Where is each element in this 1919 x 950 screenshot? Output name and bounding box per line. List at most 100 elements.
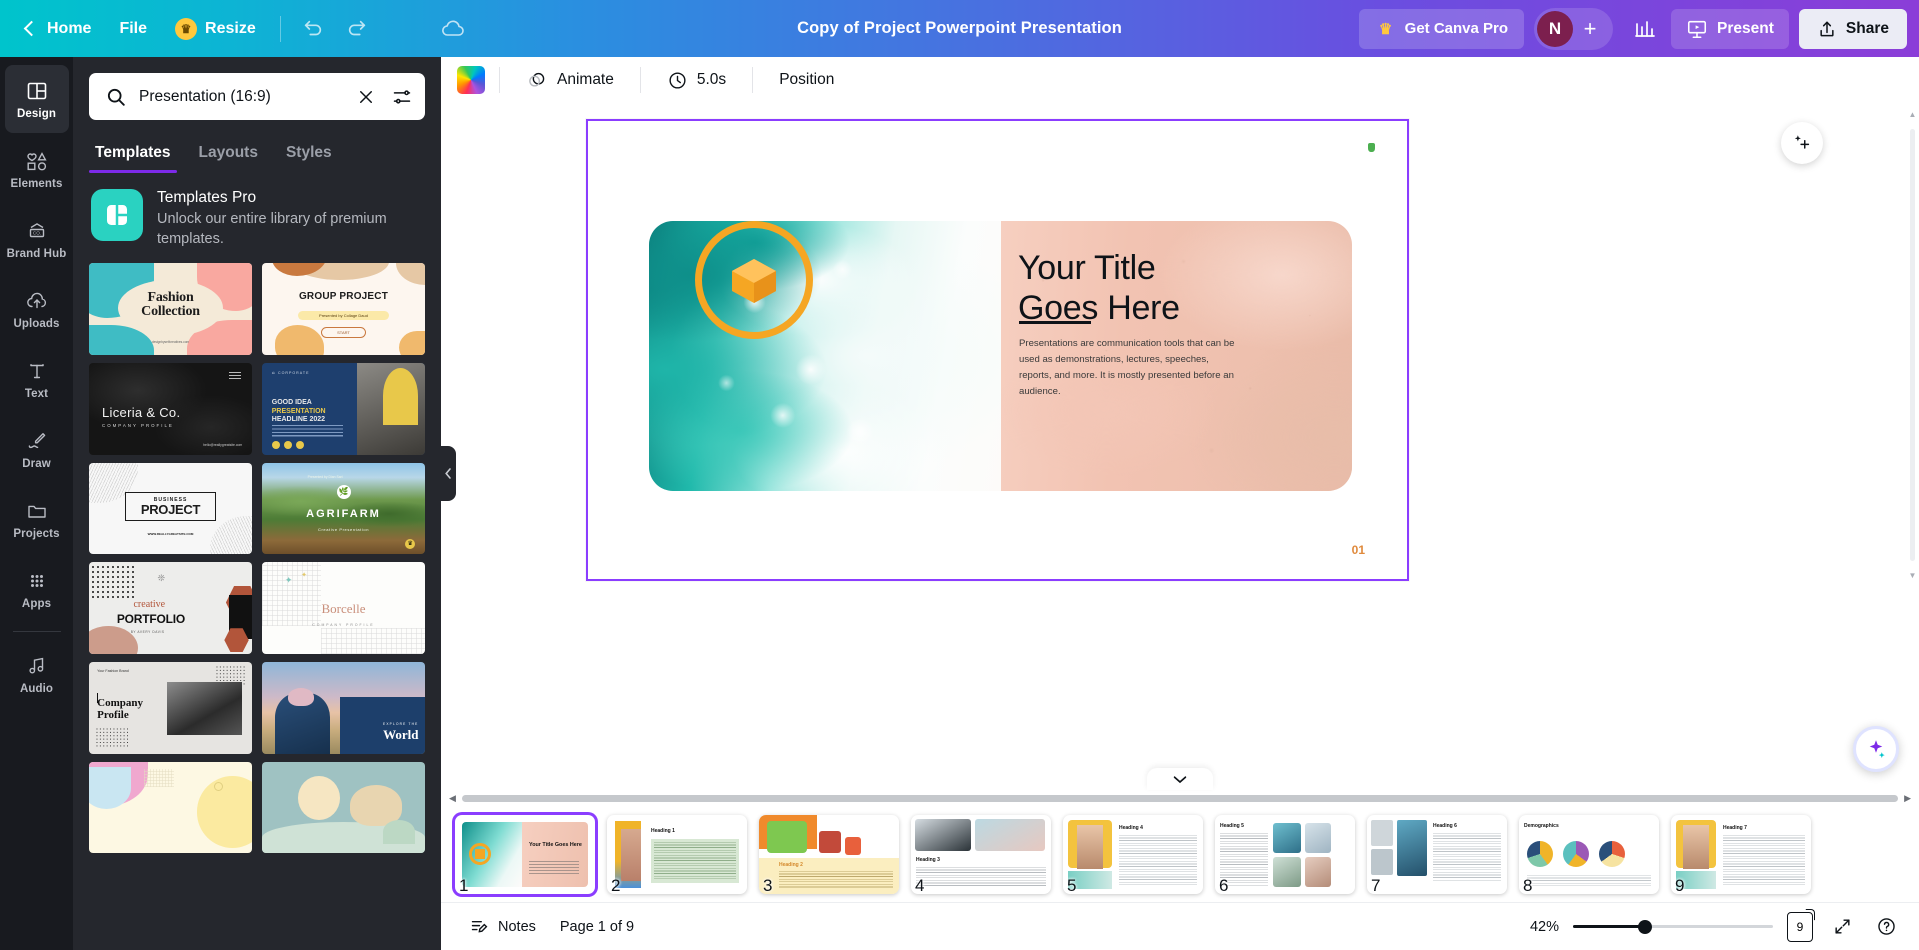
tab-templates[interactable]: Templates <box>81 134 185 173</box>
thumb-number: 5 <box>1067 876 1076 894</box>
scroll-left-icon[interactable]: ◀ <box>449 793 456 804</box>
template-card[interactable]: ✦ ✦ Borcelle COMPANY PROFILE <box>262 562 425 654</box>
position-label: Position <box>779 71 834 89</box>
rail-item-design[interactable]: Design <box>5 65 69 133</box>
template-thumbnail: Your Fashion Brand Company Profile <box>89 662 252 754</box>
avatar[interactable]: N <box>1537 11 1573 47</box>
animate-button[interactable]: Animate <box>514 63 626 98</box>
page-thumbnail[interactable]: Heading 3 4 <box>911 815 1051 894</box>
template-card[interactable]: Fashion Collection designbyselfcreatives… <box>89 263 252 355</box>
rail-item-elements[interactable]: Elements <box>5 135 69 203</box>
rail-item-audio[interactable]: Audio <box>5 640 69 708</box>
page-thumbnail[interactable]: Demographics 8 <box>1519 815 1659 894</box>
canvas-vertical-scrollbar[interactable]: ▲ ▼ <box>1908 110 1917 580</box>
add-collaborator-button[interactable]: + <box>1573 12 1607 46</box>
tab-styles[interactable]: Styles <box>272 134 346 173</box>
present-button[interactable]: Present <box>1671 9 1789 49</box>
slide-canvas[interactable]: Your Title Goes Here Presentations are c… <box>586 119 1409 581</box>
document-title-text[interactable]: Copy of Project Powerpoint Presentation <box>787 13 1132 44</box>
thumb-heading: Heading 7 <box>1723 825 1747 831</box>
duration-button[interactable]: 5.0s <box>655 63 738 98</box>
rail-item-text[interactable]: Text <box>5 345 69 413</box>
slide-body-text[interactable]: Presentations are communication tools th… <box>1019 336 1239 400</box>
promo-subtitle: Unlock our entire library of premium tem… <box>157 210 423 249</box>
undo-button[interactable] <box>291 9 335 49</box>
rail-item-brand-hub[interactable]: CO. Brand Hub <box>5 205 69 273</box>
present-label: Present <box>1717 20 1774 38</box>
insights-icon[interactable] <box>1623 9 1667 49</box>
animate-icon <box>526 69 548 91</box>
scroll-track[interactable] <box>1910 129 1915 561</box>
slide-title-line1: Your Title <box>1018 249 1268 289</box>
panel-content[interactable]: Templates Pro Unlock our entire library … <box>73 173 441 950</box>
home-button[interactable]: Home <box>12 9 105 49</box>
share-button[interactable]: Share <box>1799 9 1907 49</box>
template-caption: HEADLINE 2022 <box>272 416 326 424</box>
page-thumbnail[interactable]: Your Title Goes Here 1 <box>455 815 595 894</box>
resize-label: Resize <box>205 20 256 38</box>
template-card[interactable]: Liceria & Co. COMPANY PROFILE hello@real… <box>89 363 252 455</box>
template-card[interactable]: GROUP PROJECT Presented by Collage Daud … <box>262 263 425 355</box>
template-card[interactable]: Presented by Dian Sari 🌿 AGRIFARM Creati… <box>262 463 425 555</box>
fullscreen-button[interactable] <box>1827 912 1857 942</box>
search-box[interactable] <box>89 73 425 120</box>
scroll-up-icon[interactable]: ▲ <box>1909 110 1917 119</box>
clear-search-icon[interactable] <box>353 84 379 110</box>
notes-button[interactable]: Notes <box>459 910 546 944</box>
page-thumbnail[interactable]: Heading 7 9 <box>1671 815 1811 894</box>
template-card[interactable] <box>262 762 425 854</box>
rail-item-uploads[interactable]: Uploads <box>5 275 69 343</box>
scroll-right-icon[interactable]: ▶ <box>1904 793 1911 804</box>
scroll-down-icon[interactable]: ▼ <box>1909 571 1917 580</box>
filter-icon[interactable] <box>389 84 415 110</box>
panel-collapse-handle[interactable] <box>441 446 456 501</box>
tab-layouts[interactable]: Layouts <box>185 134 272 173</box>
get-canva-pro-button[interactable]: ♛ Get Canva Pro <box>1359 9 1524 49</box>
draw-icon <box>25 429 49 453</box>
resize-button[interactable]: ♛ Resize <box>161 9 270 49</box>
redo-button[interactable] <box>335 9 379 49</box>
templates-pro-promo[interactable]: Templates Pro Unlock our entire library … <box>89 173 425 263</box>
cloud-save-icon[interactable] <box>431 9 475 49</box>
magic-add-button[interactable] <box>1781 122 1823 164</box>
page-thumbnails[interactable]: Your Title Goes Here 1 Heading 1 2 <box>441 806 1919 902</box>
zoom-handle[interactable] <box>1638 920 1652 934</box>
template-card[interactable]: BUSINESS PROJECT WWW.REALLYGREATSITE.COM <box>89 463 252 555</box>
template-card[interactable] <box>89 762 252 854</box>
page-thumbnail[interactable]: Heading 2 3 <box>759 815 899 894</box>
scroll-thumb[interactable] <box>462 795 1898 802</box>
thumb-number: 1 <box>459 876 468 894</box>
page-thumbnail[interactable]: Heading 4 5 <box>1063 815 1203 894</box>
rail-label: Text <box>25 388 48 400</box>
elements-icon <box>25 149 49 173</box>
rail-item-apps[interactable]: Apps <box>5 555 69 623</box>
position-button[interactable]: Position <box>767 63 846 98</box>
search-input[interactable] <box>139 88 343 106</box>
rail-item-projects[interactable]: Projects <box>5 485 69 553</box>
cube-icon[interactable] <box>726 253 782 309</box>
template-card[interactable]: Your Fashion Brand Company Profile <box>89 662 252 754</box>
page-count-button[interactable]: 9 <box>1787 912 1813 942</box>
template-thumbnail: EXPLORE THE World <box>262 662 425 754</box>
page-thumbnail[interactable]: Heading 6 7 <box>1367 815 1507 894</box>
canvas-area[interactable]: Your Title Goes Here Presentations are c… <box>441 104 1919 790</box>
template-thumbnail: BUSINESS PROJECT WWW.REALLYGREATSITE.COM <box>89 463 252 555</box>
magic-studio-button[interactable] <box>1853 726 1899 772</box>
rail-item-draw[interactable]: Draw <box>5 415 69 483</box>
top-bar-left: Home File ♛ Resize <box>0 9 475 49</box>
slide-title[interactable]: Your Title Goes Here <box>1018 249 1268 329</box>
expand-pages-button[interactable] <box>1147 768 1213 790</box>
file-button[interactable]: File <box>105 9 161 49</box>
page-thumbnail[interactable]: Heading 5 6 <box>1215 815 1355 894</box>
template-card[interactable]: ❊ creative PORTFOLIO BY AVERY DAVIS <box>89 562 252 654</box>
zoom-slider[interactable] <box>1573 918 1773 936</box>
canvas-horizontal-scrollbar[interactable]: ◀ ▶ <box>441 790 1919 806</box>
search-icon <box>103 84 129 110</box>
page-color-swatch[interactable] <box>457 66 485 94</box>
help-button[interactable] <box>1871 912 1901 942</box>
chevron-down-icon <box>1173 775 1187 784</box>
page-thumbnail[interactable]: Heading 1 2 <box>607 815 747 894</box>
template-card[interactable]: ⚖ CORPORATE GOOD IDEA PRESENTATION HEADL… <box>262 363 425 455</box>
template-card[interactable]: EXPLORE THE World <box>262 662 425 754</box>
template-title-line2: COMPANY PROFILE <box>262 623 425 627</box>
